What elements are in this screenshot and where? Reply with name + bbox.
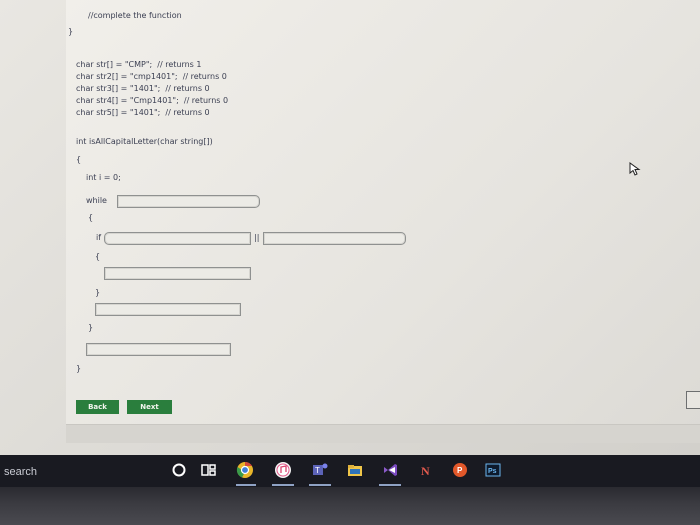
- svg-text:N: N: [421, 464, 430, 478]
- close-brace-if: }: [95, 288, 101, 297]
- cortana-icon[interactable]: [168, 459, 190, 481]
- visual-studio-icon[interactable]: [379, 459, 401, 481]
- close-brace-while: }: [88, 323, 94, 332]
- monitor-bezel: [0, 487, 700, 525]
- if-keyword: if: [96, 233, 102, 242]
- while-keyword: while: [86, 196, 107, 205]
- decl-line-3: char str3[] = "1401"; // returns 0: [76, 84, 210, 93]
- powerpoint-icon[interactable]: P: [449, 459, 471, 481]
- teams-active-indicator: [309, 484, 331, 486]
- decl-line-5: char str5[] = "1401"; // returns 0: [76, 108, 210, 117]
- close-brace-function: }: [76, 364, 82, 373]
- panel-footer: [66, 424, 700, 443]
- onenote-icon[interactable]: N: [415, 459, 437, 481]
- open-brace-if: {: [95, 252, 101, 261]
- side-tab[interactable]: [686, 391, 700, 409]
- function-signature: int isAllCapitalLetter(char string[]): [76, 137, 213, 146]
- svg-text:P: P: [457, 466, 463, 475]
- mouse-cursor-icon: [629, 162, 641, 176]
- or-operator: ||: [254, 233, 260, 242]
- chrome-icon[interactable]: [234, 459, 256, 481]
- after-if-input[interactable]: [95, 303, 241, 316]
- chrome-active-indicator: [236, 484, 256, 486]
- int-declaration: int i = 0;: [86, 173, 121, 182]
- svg-text:T: T: [315, 466, 320, 475]
- return-statement-input[interactable]: [86, 343, 231, 356]
- decl-line-2: char str2[] = "cmp1401"; // returns 0: [76, 72, 227, 81]
- open-brace-while: {: [88, 213, 94, 222]
- itunes-icon[interactable]: [272, 459, 294, 481]
- back-button[interactable]: Back: [76, 400, 119, 414]
- open-brace-function: {: [76, 155, 82, 164]
- close-brace-top: }: [68, 27, 74, 36]
- photoshop-icon[interactable]: Ps: [482, 459, 504, 481]
- if-condition-left-input[interactable]: [104, 232, 251, 245]
- comment-line: //complete the function: [88, 11, 182, 20]
- decl-line-4: char str4[] = "Cmp1401"; // returns 0: [76, 96, 229, 105]
- if-body-input[interactable]: [104, 267, 251, 280]
- svg-text:Ps: Ps: [488, 468, 497, 475]
- teams-icon[interactable]: T: [309, 459, 331, 481]
- while-condition-input[interactable]: [117, 195, 260, 208]
- if-condition-right-input[interactable]: [263, 232, 406, 245]
- visual-studio-active-indicator: [379, 484, 401, 486]
- decl-line-1: char str[] = "CMP"; // returns 1: [76, 60, 202, 69]
- task-view-icon[interactable]: [198, 459, 220, 481]
- next-button[interactable]: Next: [127, 400, 172, 414]
- taskbar-search[interactable]: search: [4, 466, 37, 478]
- itunes-active-indicator: [272, 484, 294, 486]
- file-explorer-icon[interactable]: [344, 459, 366, 481]
